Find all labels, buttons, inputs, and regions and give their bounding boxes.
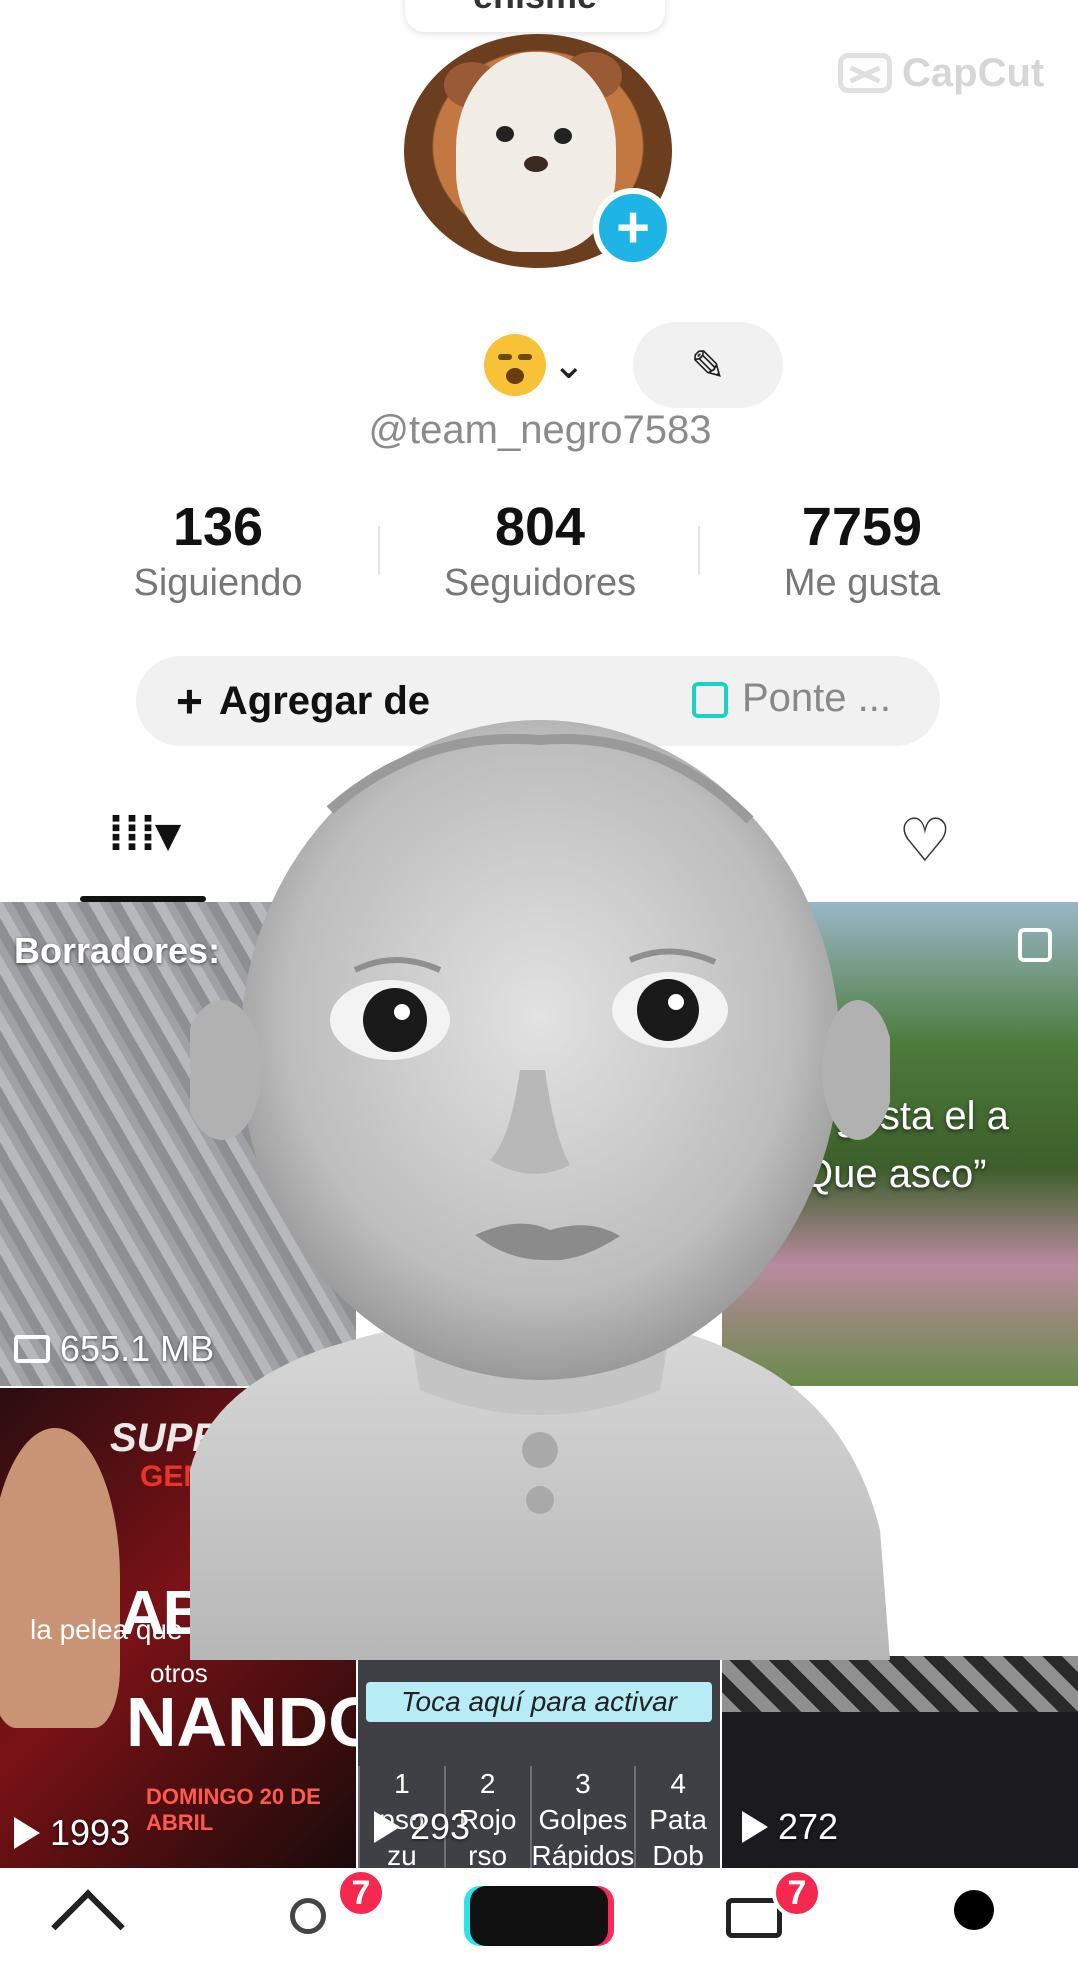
play-icon: [14, 1817, 40, 1849]
poster-subtitle: la pelea que: [30, 1614, 183, 1645]
multi-photo-icon: [1018, 928, 1052, 962]
edit-profile-button[interactable]: ✎: [633, 322, 783, 408]
stat-following[interactable]: 136 Siguiendo: [108, 496, 328, 605]
tab-videos-grid[interactable]: ⁞⁞⁞▾: [108, 806, 198, 866]
view-count-value: 1993: [50, 1812, 131, 1853]
fighter-photo: [0, 1428, 120, 1728]
move-label: Golpes Rápidos: [531, 1804, 635, 1868]
watermark-text: CapCut: [902, 50, 1045, 95]
avatar-puppy-eye: [496, 126, 514, 142]
friends-icon[interactable]: [290, 1898, 326, 1934]
avatar-puppy-eye: [554, 128, 572, 144]
stat-number: 7759: [801, 497, 923, 557]
view-count-value: 272: [778, 1806, 839, 1847]
poster-name: NANDO: [126, 1683, 356, 1761]
add-avatar-button[interactable]: +: [593, 188, 673, 268]
move-column: 3 Golpes Rápidos: [529, 1766, 635, 1868]
folder-icon: [14, 1335, 50, 1363]
play-icon: [374, 1811, 400, 1843]
activate-banner: Toca aquí para activar: [366, 1682, 712, 1722]
poster-date: DOMINGO 20 DE ABRIL: [146, 1784, 321, 1835]
avatar-puppy-nose: [524, 156, 548, 172]
thumbnail-pattern: [722, 1656, 1078, 1712]
baby-overlay-image: [190, 720, 890, 1660]
username: @team_negro7583: [368, 408, 712, 452]
stat-number: 136: [172, 497, 264, 557]
bottom-nav: 7 7: [0, 1868, 1078, 1963]
video-tile[interactable]: 272: [722, 1656, 1078, 1868]
move-number: 2: [479, 1768, 496, 1799]
move-number: 3: [575, 1768, 591, 1799]
inbox-badge: 7: [772, 1868, 822, 1918]
friends-badge: 7: [336, 1868, 386, 1918]
view-count: 1993: [14, 1812, 130, 1854]
home-icon[interactable]: [51, 1889, 125, 1963]
stat-followers[interactable]: 804 Seguidores: [430, 496, 650, 605]
move-label: Pata Dob: [649, 1804, 707, 1868]
capcut-watermark: CapCut: [838, 48, 1068, 98]
view-count-value: 293: [410, 1806, 471, 1847]
stat-likes[interactable]: 7759 Me gusta: [752, 496, 972, 605]
view-count: 272: [742, 1806, 838, 1848]
tab-liked-heart-icon[interactable]: ♡: [898, 806, 952, 876]
divider: [378, 526, 380, 574]
stat-number: 804: [494, 497, 586, 557]
create-button[interactable]: [470, 1886, 608, 1946]
divider: [698, 526, 700, 574]
stat-label: Seguidores: [443, 562, 637, 604]
chevron-down-icon[interactable]: ⌄: [552, 342, 586, 388]
video-tile[interactable]: Toca aquí para activar 1 pso zu 2 Rojo r…: [358, 1656, 720, 1868]
top-chip: enisme: [405, 0, 665, 32]
stat-label: Siguiendo: [133, 562, 303, 604]
yawn-emoji-icon: [484, 334, 546, 396]
emoji-eye: [518, 354, 532, 360]
capcut-logo-icon: [838, 53, 892, 93]
view-count: 293: [374, 1806, 470, 1848]
move-number: 1: [394, 1768, 410, 1799]
profile-icon[interactable]: [954, 1890, 994, 1930]
play-icon: [742, 1811, 768, 1843]
avatar-puppy: [456, 52, 616, 252]
pencil-icon: ✎: [690, 341, 726, 389]
move-column: 4 Pata Dob: [634, 1766, 720, 1868]
stat-label: Me gusta: [783, 562, 941, 604]
move-number: 4: [670, 1768, 686, 1799]
emoji-eye: [498, 354, 512, 360]
emoji-mouth: [506, 368, 524, 384]
drafts-size: 655.1 MB: [14, 1328, 214, 1370]
